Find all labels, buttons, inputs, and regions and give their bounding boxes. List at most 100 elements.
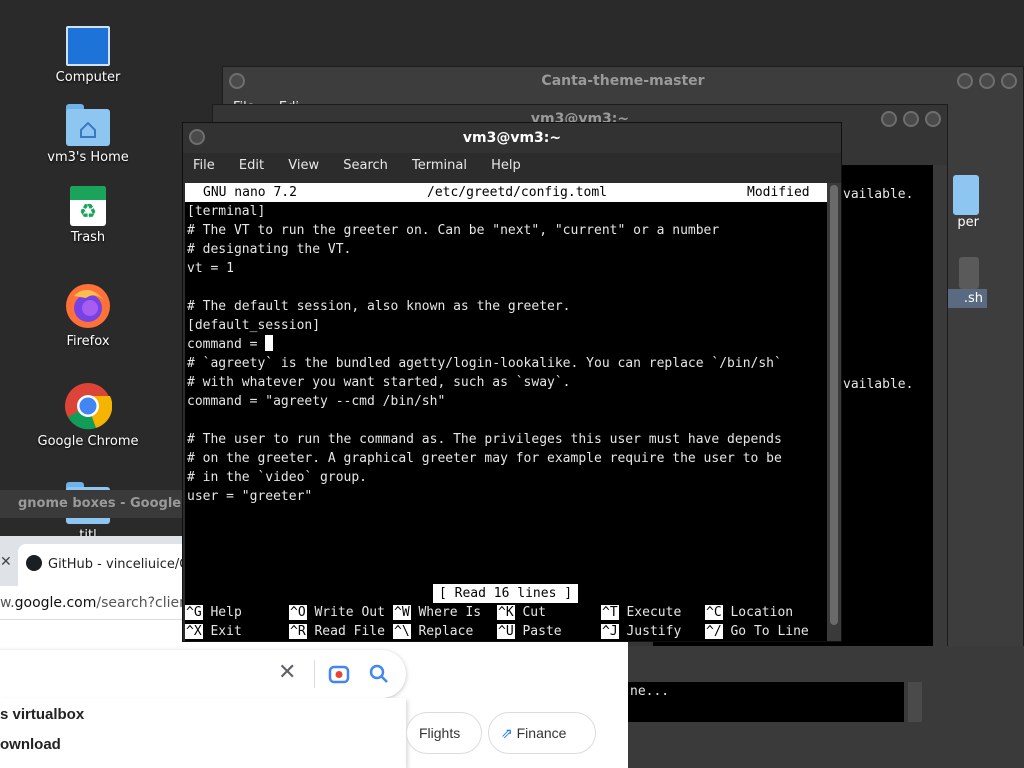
shortcut-label: Exit <box>202 624 242 639</box>
finance-icon: ⇗ <box>501 725 517 741</box>
shortcut-label: Write Out <box>306 605 385 620</box>
nano-editor[interactable]: GNU nano 7.2 /etc/greetd/config.toml Mod… <box>185 183 827 641</box>
shortcut-label: Paste <box>514 624 562 639</box>
nano-line: vt = 1 <box>187 261 234 276</box>
suggestion-item[interactable]: ownload <box>0 736 61 753</box>
tab-close-icon[interactable]: ✕ <box>0 554 12 570</box>
window-menu-icon[interactable] <box>189 129 205 145</box>
shortcut-key: ^G <box>185 605 203 620</box>
window-title: Canta-theme-master <box>541 73 705 89</box>
nano-version: GNU nano 7.2 <box>203 185 297 200</box>
desktop-icon-firefox[interactable]: Firefox <box>28 282 148 349</box>
shortcut-label: Justify <box>618 624 682 639</box>
shortcut-label: Read File <box>306 624 385 639</box>
suggestion-item[interactable]: s virtualbox <box>0 706 84 723</box>
divider <box>314 660 315 688</box>
shortcut-key: ^U <box>497 624 515 639</box>
shortcut-replace[interactable]: ^\ Replace <box>393 622 473 641</box>
close-icon[interactable] <box>925 111 941 127</box>
terminal-screen[interactable]: ne... <box>628 682 904 722</box>
shortcut-label: Help <box>202 605 242 620</box>
menu-help[interactable]: Help <box>491 158 521 173</box>
nano-line <box>185 278 827 297</box>
menu-terminal[interactable]: Terminal <box>412 158 467 173</box>
chip-finance[interactable]: ⇗ Finance <box>488 712 596 754</box>
shortcut-key: ^O <box>289 605 307 620</box>
shortcut-cut[interactable]: ^K Cut <box>497 603 546 622</box>
clear-icon[interactable]: ✕ <box>278 660 296 685</box>
shortcut-label: Execute <box>618 605 682 620</box>
google-search-page: ✕ s virtualbox ownload Flights ⇗ Finance <box>0 620 628 768</box>
desktop-icon-home[interactable]: vm3's Home <box>28 104 148 165</box>
monitor-icon <box>66 26 110 66</box>
nano-line: user = "greeter" <box>187 489 313 504</box>
scrollbar[interactable] <box>908 682 922 722</box>
shortcut-key: ^\ <box>393 624 411 639</box>
menu-search[interactable]: Search <box>343 158 388 173</box>
shortcut-key: ^J <box>601 624 619 639</box>
desktop-icon-trash[interactable]: ♻ Trash <box>28 186 148 245</box>
menu-view[interactable]: View <box>288 158 319 173</box>
chip-label: Finance <box>516 725 567 741</box>
window-menu-icon[interactable] <box>229 73 245 89</box>
shortcut-key: ^X <box>185 624 203 639</box>
shortcut-location[interactable]: ^C Location <box>705 603 793 622</box>
terminal-line: ne... <box>630 684 670 699</box>
shortcut-where-is[interactable]: ^W Where Is <box>393 603 481 622</box>
shortcut-label: Where Is <box>410 605 482 620</box>
shortcut-help[interactable]: ^G Help <box>185 603 242 622</box>
desktop-icon-computer[interactable]: Computer <box>28 26 148 85</box>
nano-modified-flag: Modified <box>747 185 810 200</box>
shortcut-write-out[interactable]: ^O Write Out <box>289 603 385 622</box>
background-terminal-scrollbar[interactable] <box>933 165 947 705</box>
terminal-menubar: File Edit View Search Terminal Help <box>183 153 841 179</box>
scrollbar-thumb[interactable] <box>830 185 838 625</box>
shortcut-read-file[interactable]: ^R Read File <box>289 622 385 641</box>
chip-flights[interactable]: Flights <box>406 712 482 754</box>
shortcut-exit[interactable]: ^X Exit <box>185 622 242 641</box>
nano-line: [default_session] <box>187 318 321 333</box>
menu-edit[interactable]: Edit <box>239 158 264 173</box>
terminal-line: vailable. <box>843 187 914 202</box>
maximize-icon[interactable] <box>903 111 919 127</box>
terminal-scrollbar[interactable] <box>827 183 841 641</box>
close-icon[interactable] <box>1001 73 1017 89</box>
search-input[interactable]: ✕ <box>0 650 406 698</box>
shortcut-go-to-line[interactable]: ^/ Go To Line <box>705 622 809 641</box>
background-terminal-lower[interactable]: ne... <box>628 646 1024 768</box>
nano-line: # The default session, also known as the… <box>187 299 571 314</box>
desktop-icon-chrome[interactable]: Google Chrome <box>28 382 148 449</box>
shortcut-label: Replace <box>410 624 474 639</box>
nano-line: [terminal] <box>187 204 266 219</box>
nano-text-area[interactable]: [terminal] # The VT to run the greeter on… <box>185 202 827 506</box>
search-icon[interactable] <box>368 663 390 685</box>
shortcut-execute[interactable]: ^T Execute <box>601 603 681 622</box>
window-title: vm3@vm3:~ <box>462 130 562 146</box>
shortcut-label: Go To Line <box>722 624 809 639</box>
nano-line: # The user to run the command as. The pr… <box>187 432 782 447</box>
minimize-icon[interactable] <box>957 73 973 89</box>
address-bar[interactable]: w.google.com/search?client <box>0 586 182 620</box>
chrome-tab-strip: ✕ GitHub - vinceliuice/C <box>0 536 188 586</box>
desktop-icon-label: Trash <box>70 230 106 245</box>
shortcut-paste[interactable]: ^U Paste <box>497 622 562 641</box>
lens-icon[interactable] <box>328 663 350 685</box>
shortcut-justify[interactable]: ^J Justify <box>601 622 681 641</box>
terminal-window[interactable]: vm3@vm3:~ File Edit View Search Terminal… <box>182 122 842 642</box>
folder-icon <box>953 175 979 215</box>
firefox-icon <box>66 284 110 328</box>
menu-file[interactable]: File <box>193 158 215 173</box>
nano-line: # with whatever you want started, such a… <box>187 375 571 390</box>
trash-icon: ♻ <box>70 186 106 226</box>
maximize-icon[interactable] <box>979 73 995 89</box>
minimize-icon[interactable] <box>881 111 897 127</box>
url-path: /search?client <box>96 595 182 611</box>
tab-github[interactable]: GitHub - vinceliuice/C <box>18 544 188 586</box>
search-suggestions: s virtualbox ownload <box>0 698 406 768</box>
chrome-window-titlebar[interactable]: gnome boxes - Google Sea <box>0 490 190 518</box>
file-manager-titlebar[interactable]: Canta-theme-master <box>223 67 1023 95</box>
shortcut-label: Cut <box>514 605 546 620</box>
shortcut-key: ^R <box>289 624 307 639</box>
chip-label: Flights <box>419 725 461 741</box>
terminal-titlebar[interactable]: vm3@vm3:~ <box>183 123 841 153</box>
